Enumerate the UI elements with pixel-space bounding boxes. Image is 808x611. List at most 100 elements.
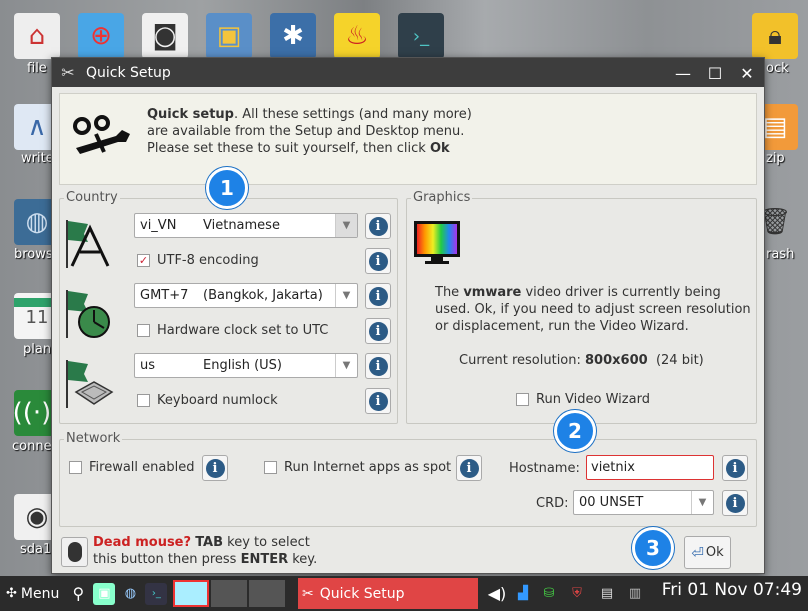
- utf8-checkbox[interactable]: ✓ UTF-8 encoding: [137, 253, 259, 268]
- info-icon: i: [368, 286, 388, 306]
- ok-button[interactable]: ⏎ Ok: [684, 536, 731, 569]
- intro-panel: Quick setup. All these settings (and man…: [59, 93, 757, 185]
- minimize-icon[interactable]: —: [674, 64, 692, 83]
- terminal-launch-icon[interactable]: ›_: [145, 582, 168, 605]
- numlock-info-button[interactable]: i: [365, 388, 391, 414]
- language-font-icon: [66, 220, 110, 268]
- video-wizard-label: Run Video Wizard: [536, 392, 650, 407]
- timezone-code: GMT+7: [140, 288, 189, 303]
- mouse-icon: [61, 537, 88, 567]
- window-title: Quick Setup: [86, 64, 171, 81]
- trash-tray-icon[interactable]: ▥: [624, 582, 646, 604]
- chevron-down-icon: ▼: [335, 214, 357, 237]
- hostname-input[interactable]: vietnix: [586, 455, 714, 480]
- lamp-icon[interactable]: ♨: [334, 13, 380, 59]
- lock-icon[interactable]: 🔒︎: [752, 13, 798, 59]
- country-legend: Country: [64, 190, 120, 205]
- info-icon: i: [368, 216, 388, 236]
- settings-icon[interactable]: ✱: [270, 13, 316, 59]
- menu-button[interactable]: ✣ Menu: [0, 586, 59, 602]
- utf8-label: UTF-8 encoding: [157, 253, 259, 268]
- spot-checkbox[interactable]: Run Internet apps as spot: [264, 460, 451, 475]
- shield-icon[interactable]: ⛨: [566, 582, 588, 604]
- tools-icon: ✂: [61, 63, 75, 82]
- workspace-1[interactable]: [173, 580, 210, 607]
- chevron-down-icon: ▼: [335, 284, 357, 307]
- graphics-description: The vmware video driver is currently bei…: [435, 285, 751, 334]
- hwclock-label: Hardware clock set to UTC: [157, 323, 329, 338]
- current-resolution: Current resolution: 800x600 (24 bit): [459, 353, 704, 368]
- browser-launch-icon[interactable]: ◍: [119, 583, 141, 605]
- resolution-value: 800x600: [585, 353, 648, 368]
- disk-icon[interactable]: ◙: [142, 13, 188, 59]
- database-icon[interactable]: ⛁: [538, 582, 560, 604]
- search-icon[interactable]: ⚲: [67, 583, 89, 605]
- file-manager-icon[interactable]: ⌂: [14, 13, 60, 59]
- clock[interactable]: Fri 01 Nov 07:49: [662, 580, 802, 600]
- desktop-label-browse: brows: [14, 247, 53, 262]
- wrench-logo-icon: [73, 115, 130, 154]
- utf8-info-button[interactable]: i: [365, 248, 391, 274]
- keyboard-info-button[interactable]: i: [365, 353, 391, 379]
- info-icon: i: [368, 391, 388, 411]
- keyboard-combo[interactable]: us English (US) ▼: [134, 353, 358, 378]
- spot-label: Run Internet apps as spot: [284, 460, 452, 475]
- info-icon: i: [368, 251, 388, 271]
- clipboard-icon[interactable]: ▤: [596, 582, 618, 604]
- window-titlebar[interactable]: ✂ Quick Setup: [52, 58, 764, 87]
- quick-setup-window: ✂ Quick Setup — ☐ ✕ Quick setup. All the…: [51, 57, 765, 574]
- volume-icon[interactable]: ◀): [486, 582, 508, 604]
- numlock-checkbox[interactable]: Keyboard numlock: [137, 393, 278, 408]
- desktop-label-zip: zip: [766, 151, 785, 166]
- dead-mouse-hint: Dead mouse? TAB key to select this butto…: [93, 535, 318, 567]
- maximize-icon[interactable]: ☐: [706, 64, 724, 83]
- info-icon: i: [725, 493, 745, 513]
- close-icon[interactable]: ✕: [738, 64, 756, 83]
- intro-text: Quick setup. All these settings (and man…: [147, 107, 472, 156]
- network-status-icon[interactable]: ▟: [512, 582, 534, 604]
- locale-info-button[interactable]: i: [365, 213, 391, 239]
- hwclock-checkbox[interactable]: Hardware clock set to UTC: [137, 323, 328, 338]
- package-icon[interactable]: ▣: [206, 13, 252, 59]
- annotation-badge-1: 1: [206, 167, 248, 209]
- video-wizard-checkbox[interactable]: Run Video Wizard: [516, 392, 650, 407]
- firewall-label: Firewall enabled: [89, 460, 195, 475]
- info-icon: i: [725, 458, 745, 478]
- tools-icon: ✂: [302, 585, 314, 602]
- spot-info-button[interactable]: i: [456, 455, 482, 481]
- crd-value: 00 UNSET: [579, 495, 644, 510]
- workspace-2[interactable]: [211, 580, 248, 607]
- monitor-icon: [414, 221, 460, 264]
- timezone-clock-icon: [66, 290, 110, 338]
- firewall-info-button[interactable]: i: [202, 455, 228, 481]
- locale-combo[interactable]: vi_VN Vietnamese ▼: [134, 213, 358, 238]
- hwclock-info-button[interactable]: i: [365, 318, 391, 344]
- terminal-icon[interactable]: ›_: [398, 13, 444, 59]
- desktop-icon[interactable]: ▣: [93, 582, 116, 605]
- checkmark-icon: ✓: [137, 254, 150, 267]
- desktop-label-write: write: [21, 151, 54, 166]
- taskbar-task-quick-setup[interactable]: ✂ Quick Setup: [298, 578, 478, 609]
- firewall-checkbox[interactable]: Firewall enabled: [69, 460, 194, 475]
- timezone-info-button[interactable]: i: [365, 283, 391, 309]
- graphics-legend: Graphics: [411, 190, 473, 205]
- annotation-badge-3: 3: [632, 527, 674, 569]
- timezone-name: (Bangkok, Jakarta): [203, 288, 323, 303]
- ok-arrow-icon: ⏎: [691, 543, 704, 562]
- help-icon[interactable]: ⊕: [78, 13, 124, 59]
- annotation-badge-2: 2: [554, 410, 596, 452]
- hostname-label: Hostname:: [509, 461, 580, 476]
- locale-code: vi_VN: [140, 218, 177, 233]
- keyboard-code: us: [140, 358, 156, 373]
- crd-info-button[interactable]: i: [722, 490, 748, 516]
- keyboard-icon: [66, 360, 114, 408]
- workspace-3[interactable]: [249, 580, 286, 607]
- info-icon: i: [368, 321, 388, 341]
- crd-combo[interactable]: 00 UNSET ▼: [573, 490, 714, 515]
- timezone-combo[interactable]: GMT+7 (Bangkok, Jakarta) ▼: [134, 283, 358, 308]
- calendar-day: 11: [25, 307, 49, 328]
- menu-label: Menu: [20, 585, 60, 602]
- video-driver-name: vmware: [463, 285, 522, 300]
- desktop-label-plan: plan: [23, 342, 52, 357]
- hostname-info-button[interactable]: i: [722, 455, 748, 481]
